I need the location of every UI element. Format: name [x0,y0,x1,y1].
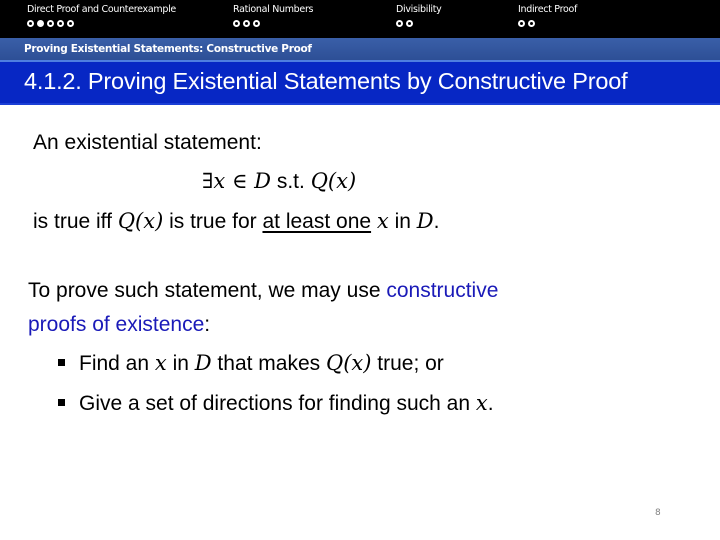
bullet-item: Find an x in D that makes Q(x) true; or [58,351,444,376]
such-that: s.t. [271,170,311,193]
math-D: D [194,351,212,375]
page-number: 8 [655,508,661,518]
text-segment: . [487,392,494,415]
underlined-at-least-one: at least one [262,210,372,233]
nav-dots [396,20,442,27]
text-segment: true; or [371,352,444,375]
exists-symbol: ∃ [202,169,214,193]
bullet-item: Give a set of directions for finding suc… [58,391,494,416]
text-segment: Give a set of directions for finding suc… [79,392,476,415]
nav-section-indirect-proof[interactable]: Indirect Proof [518,4,577,27]
nav-section-label: Direct Proof and Counterexample [27,4,176,15]
square-bullet-icon [58,398,65,406]
math-x: x [376,209,389,233]
slide-dot[interactable] [243,20,250,27]
math-x: x [154,351,167,375]
highlight-constructive: constructive [386,279,499,302]
nav-dots [233,20,313,27]
slide-dot[interactable] [253,20,260,27]
nav-section-divisibility[interactable]: Divisibility [396,4,442,27]
slide-dot-current[interactable] [37,20,44,27]
math-x: x [213,169,226,193]
math-D: D [416,209,434,233]
text-segment: that makes [211,352,326,375]
nav-section-label: Rational Numbers [233,4,314,15]
nav-dots [27,20,176,27]
text-segment: is true iff [33,210,118,233]
slide-dot[interactable] [27,20,34,27]
nav-dots [518,20,577,27]
math-Qx: Q(x) [325,351,372,375]
math-D: D [254,169,271,193]
math-Qx: Q(x) [117,209,164,233]
prove-line: To prove such statement, we may use cons… [28,279,498,303]
text-segment: : [204,313,211,336]
highlight-proofs-of-existence: proofs of existence [28,313,205,336]
text-segment: To prove such statement, we may use [28,279,387,302]
slide-dot[interactable] [396,20,403,27]
intro-text: An existential statement: [33,131,262,154]
text-segment: is true for [163,210,263,233]
nav-section-label: Indirect Proof [518,4,578,15]
element-of-symbol: ∈ [225,169,255,193]
math-x: x [475,391,488,415]
slide-dot[interactable] [518,20,525,27]
nav-section-direct-proof[interactable]: Direct Proof and Counterexample [27,4,176,27]
subsection-title: Proving Existential Statements: Construc… [24,43,312,55]
subsection-bar: Proving Existential Statements: Construc… [0,38,720,62]
text-segment: . [433,210,440,233]
math-Qx: Q(x) [310,169,357,193]
slide-dot[interactable] [47,20,54,27]
slide-title: 4.1.2. Proving Existential Statements by… [24,68,628,94]
slide-dot[interactable] [528,20,535,27]
prove-line-continued: proofs of existence: [28,313,210,337]
nav-section-rational-numbers[interactable]: Rational Numbers [233,4,314,27]
truth-condition-line: is true iff Q(x) is true for at least on… [33,209,439,234]
square-bullet-icon [58,358,65,366]
slide-dot[interactable] [57,20,64,27]
nav-section-label: Divisibility [396,4,442,15]
existential-formula: ∃x ∈ D s.t. Q(x) [202,169,356,194]
slide-dot[interactable] [67,20,74,27]
title-bar: 4.1.2. Proving Existential Statements by… [0,62,720,105]
text-segment: Find an [79,352,155,375]
slide-dot[interactable] [406,20,413,27]
text-segment: in [166,352,195,375]
section-navigation: Direct Proof and Counterexample Rational… [0,0,720,38]
slide-dot[interactable] [233,20,240,27]
text-segment: in [388,210,417,233]
